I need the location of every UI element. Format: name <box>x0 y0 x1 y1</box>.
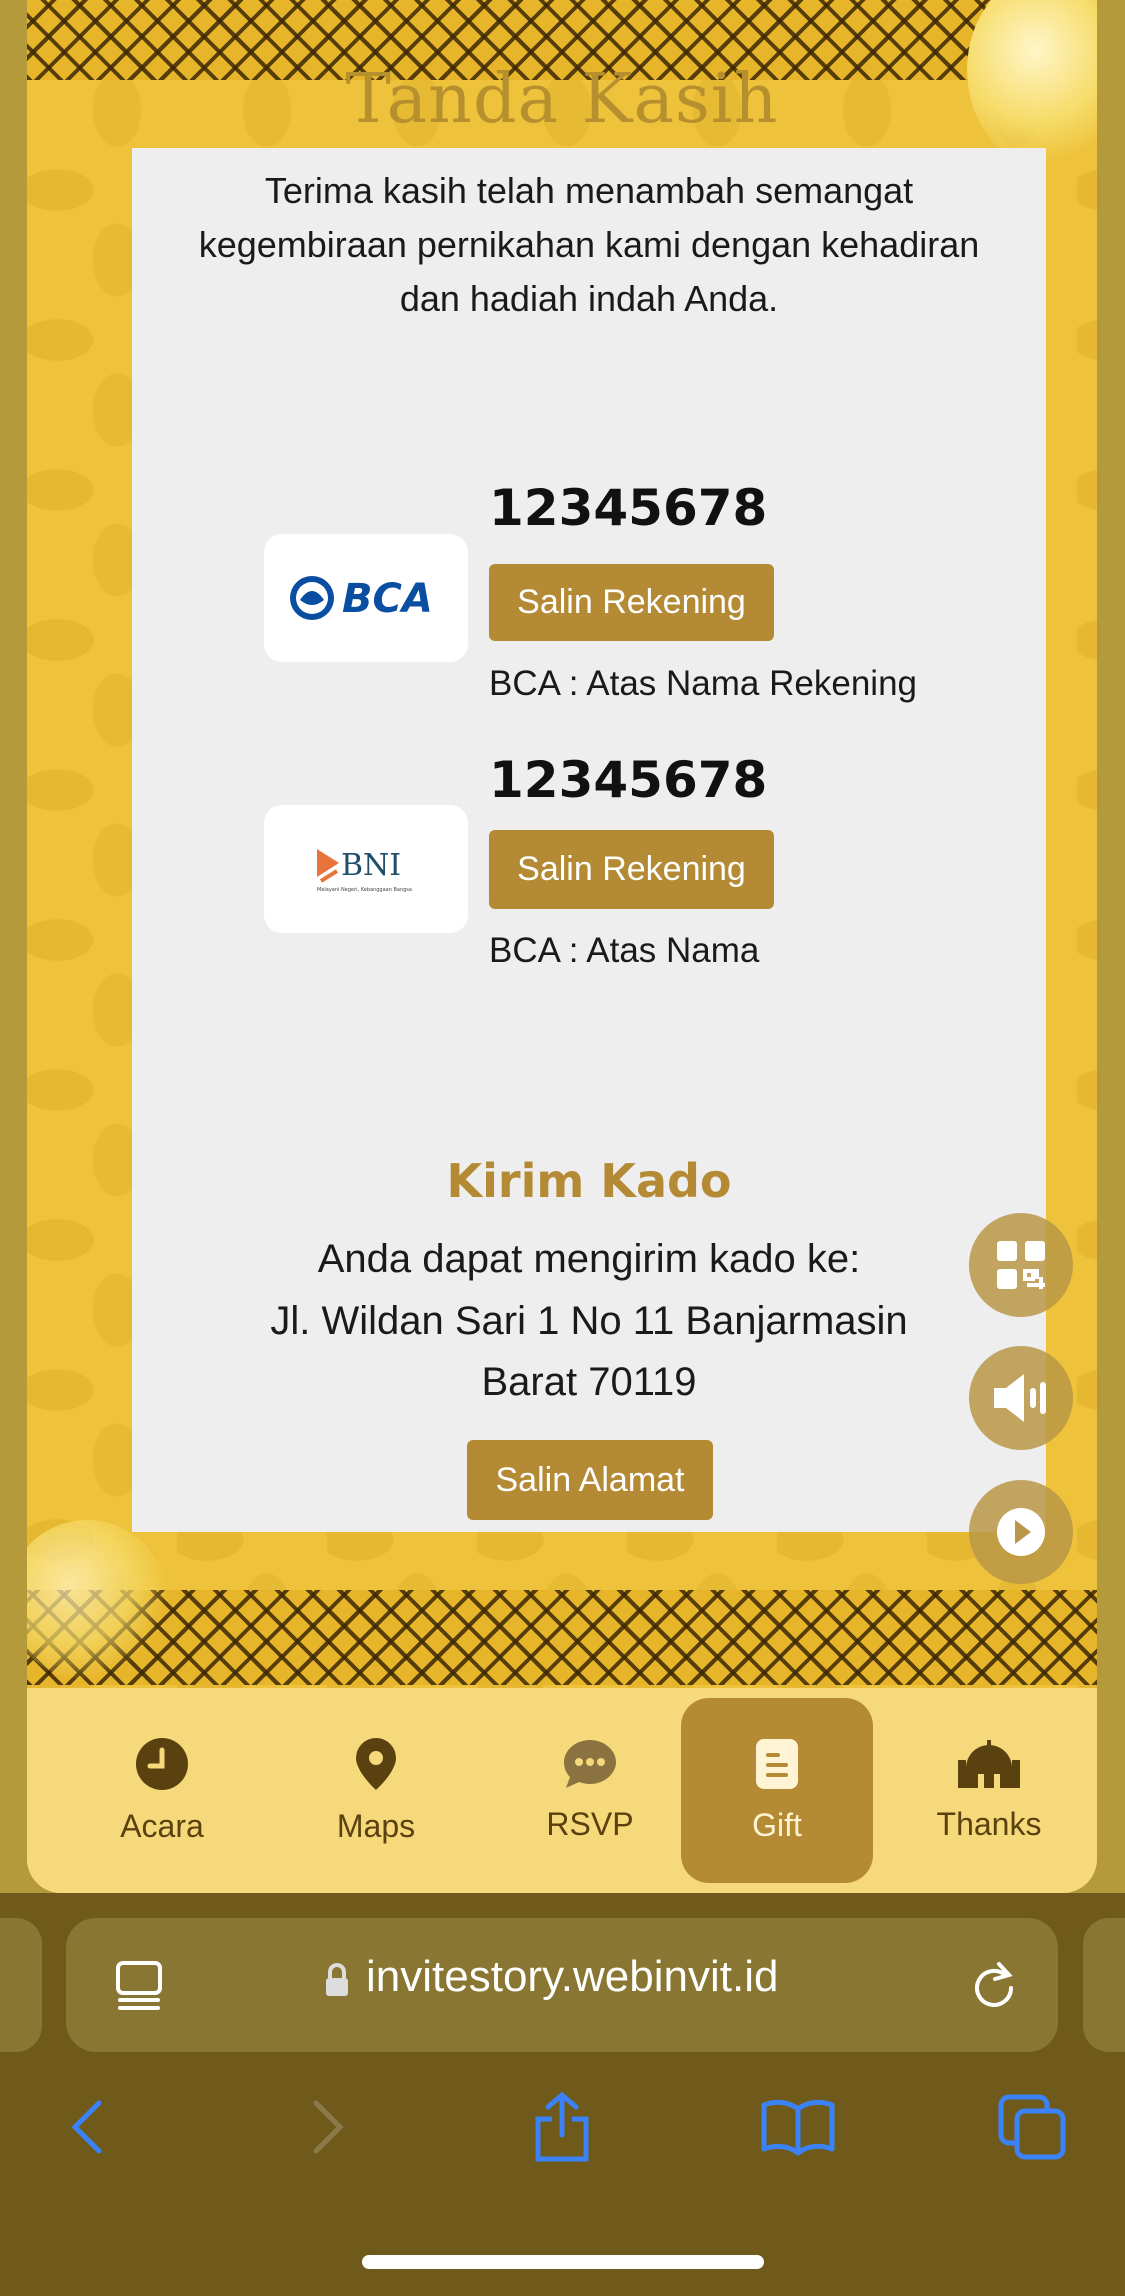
copy-bca-account-button[interactable]: Salin Rekening <box>489 564 774 641</box>
next-tab-preview[interactable] <box>1083 1918 1125 2052</box>
bni-logo-icon: BNI Melayani Negeri, Kebanggaan Bangsa <box>317 848 412 893</box>
copy-bni-account-button[interactable]: Salin Rekening <box>489 830 774 909</box>
url-text: invitestory.webinvit.id <box>366 1952 779 2001</box>
tabs-icon <box>998 2094 1066 2160</box>
bottom-ornament-border <box>27 1590 1097 1685</box>
share-button[interactable] <box>517 2082 607 2172</box>
nav-maps-label: Maps <box>336 1808 416 1844</box>
send-gift-address: Jl. Wildan Sari 1 No 11 Banjarmasin Bara… <box>270 1299 908 1404</box>
bca-logo-text: BCA <box>342 576 433 622</box>
document-icon <box>756 1739 798 1789</box>
nav-acara[interactable]: Acara <box>66 1698 258 1883</box>
send-gift-title: Kirim Kado <box>446 1154 732 1208</box>
back-button[interactable] <box>42 2082 132 2172</box>
nav-gift[interactable]: Gift <box>681 1698 873 1883</box>
autoplay-button[interactable] <box>969 1480 1073 1584</box>
bni-logo-text: BNI <box>341 848 401 883</box>
mosque-icon <box>958 1740 1020 1788</box>
send-gift-description: Anda dapat mengirim kado ke: <box>317 1237 861 1281</box>
bookmarks-button[interactable] <box>753 2082 843 2172</box>
nav-rsvp-label: RSVP <box>546 1806 634 1842</box>
book-icon <box>761 2099 835 2156</box>
qr-code-icon <box>997 1241 1045 1289</box>
previous-tab-preview[interactable] <box>0 1918 42 2052</box>
nav-rsvp[interactable]: RSVP <box>494 1698 686 1883</box>
sound-toggle-button[interactable] <box>969 1346 1073 1450</box>
address-bar[interactable]: invitestory.webinvit.id <box>66 1918 1058 2052</box>
clock-icon <box>136 1738 188 1790</box>
bca-account-number: 12345678 <box>489 479 768 537</box>
nav-gift-label: Gift <box>752 1807 802 1843</box>
bca-logo-icon: BCA <box>290 576 433 622</box>
chat-icon <box>564 1740 616 1788</box>
bni-account-number: 12345678 <box>489 751 768 809</box>
lock-icon <box>326 1963 348 1996</box>
qr-code-button[interactable] <box>969 1213 1073 1317</box>
speaker-icon <box>994 1374 1046 1422</box>
nav-thanks-label: Thanks <box>936 1806 1042 1842</box>
chevron-right-icon <box>313 2100 344 2154</box>
chevron-left-icon <box>71 2100 102 2154</box>
map-pin-icon <box>356 1738 396 1790</box>
share-icon <box>535 2091 589 2162</box>
play-icon <box>997 1508 1045 1556</box>
forward-button[interactable] <box>283 2082 373 2172</box>
bni-account-owner: BCA : Atas Nama <box>489 931 760 970</box>
bca-logo: BCA <box>264 534 468 662</box>
bottom-navigation: Acara Maps RSVP Gift Thanks <box>27 1688 1097 1893</box>
gift-card: Terima kasih telah menambah semangat keg… <box>132 148 1046 1532</box>
nav-acara-label: Acara <box>120 1808 204 1844</box>
page-title: Tanda Kasih <box>345 60 779 139</box>
reload-icon[interactable] <box>971 1960 1019 2012</box>
bni-logo: BNI Melayani Negeri, Kebanggaan Bangsa <box>264 805 468 933</box>
tabs-button[interactable] <box>988 2082 1078 2172</box>
reader-mode-icon[interactable] <box>114 1960 164 2012</box>
home-indicator <box>362 2255 764 2269</box>
nav-thanks[interactable]: Thanks <box>893 1698 1085 1883</box>
nav-maps[interactable]: Maps <box>280 1698 472 1883</box>
thank-you-text: Terima kasih telah menambah semangat keg… <box>198 170 980 319</box>
invitation-frame: Tanda Kasih Terima kasih telah menambah … <box>27 0 1097 1893</box>
bca-account-owner: BCA : Atas Nama Rekening <box>489 664 917 703</box>
bni-logo-tagline: Melayani Negeri, Kebanggaan Bangsa <box>317 887 412 893</box>
copy-address-button[interactable]: Salin Alamat <box>467 1440 713 1520</box>
